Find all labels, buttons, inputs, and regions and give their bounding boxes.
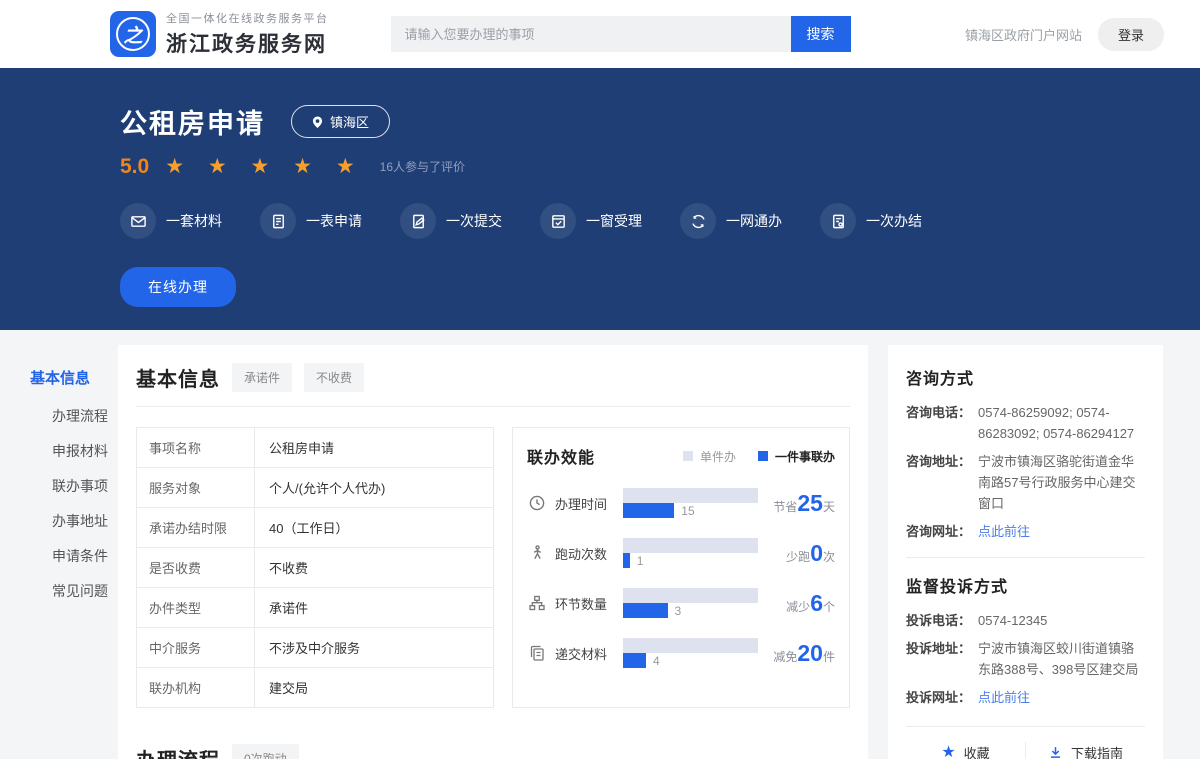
- sidebar-item-address[interactable]: 办事地址: [30, 512, 118, 530]
- rating-row: 5.0 ★ ★ ★ ★ ★ 16人参与了评价: [120, 154, 1200, 179]
- complaint-phone-value: 0574-12345: [978, 610, 1145, 631]
- chart-legend: 单件办 一件事联办: [683, 448, 835, 465]
- consult-title: 咨询方式: [906, 365, 1145, 389]
- feature-item: 一窗受理: [540, 203, 642, 239]
- sidebar-item-process[interactable]: 办理流程: [30, 407, 118, 425]
- rating-stars: ★ ★ ★ ★ ★: [165, 154, 363, 179]
- consult-phone-row: 咨询电话： 0574-86259092; 0574-86283092; 0574…: [906, 402, 1145, 444]
- feature-row: 一套材料 一表申请 一次提交 一窗受理 一网通办: [120, 203, 1200, 239]
- bar-joint: [623, 653, 646, 668]
- complaint-address-row: 投诉地址： 宁波市镇海区蛟川街道镇骆东路388号、398号区建交局: [906, 638, 1145, 680]
- platform-name: 全国一体化在线政务服务平台: [166, 10, 329, 26]
- login-button[interactable]: 登录: [1098, 18, 1164, 51]
- district-pill[interactable]: 镇海区: [291, 105, 390, 138]
- portal-link[interactable]: 镇海区政府门户网站: [965, 25, 1082, 44]
- saving-annotation: 减少6个: [786, 590, 835, 617]
- consult-phone-value: 0574-86259092; 0574-86283092; 0574-86294…: [978, 402, 1145, 444]
- info-table: 事项名称公租房申请 服务对象个人/(允许个人代办) 承诺办结时限40（工作日） …: [136, 427, 494, 708]
- complaint-phone-row: 投诉电话： 0574-12345: [906, 610, 1145, 631]
- district-label: 镇海区: [330, 112, 369, 131]
- efficiency-row: 跑动次数 1 少跑0次: [527, 538, 835, 568]
- search-input[interactable]: [391, 16, 791, 52]
- hero-banner: 公租房申请 镇海区 5.0 ★ ★ ★ ★ ★ 16人参与了评价 一套材料 一表…: [0, 68, 1200, 330]
- sidebar-item-joint-matters[interactable]: 联办事项: [30, 477, 118, 495]
- online-apply-button[interactable]: 在线办理: [120, 267, 236, 307]
- table-row: 联办机构建交局: [137, 668, 493, 708]
- bar-joint: [623, 603, 668, 618]
- consult-web-link[interactable]: 点此前往: [978, 524, 1030, 539]
- sidebar-item-materials[interactable]: 申报材料: [30, 442, 118, 460]
- process-title: 办理流程: [136, 744, 220, 759]
- saving-annotation: 节省25天: [773, 490, 835, 517]
- bar-single: [623, 638, 758, 653]
- legend-blue-swatch: [758, 451, 768, 461]
- saving-annotation: 减免20件: [773, 640, 835, 667]
- bar-joint: [623, 503, 674, 518]
- table-row: 中介服务不涉及中介服务: [137, 628, 493, 668]
- basic-info-title: 基本信息: [136, 363, 220, 392]
- feature-item: 一次提交: [400, 203, 502, 239]
- location-pin-icon: [312, 115, 323, 129]
- complaint-web-link[interactable]: 点此前往: [978, 690, 1030, 705]
- bar-single: [623, 488, 758, 503]
- efficiency-row: 递交材料 4 减免20件: [527, 638, 835, 668]
- search-button[interactable]: 搜索: [791, 16, 851, 52]
- bar-single: [623, 538, 758, 553]
- bar-joint: [623, 553, 630, 568]
- complaint-web-row: 投诉网址： 点此前往: [906, 687, 1145, 708]
- efficiency-panel: 联办效能 单件办 一件事联办 办理时间: [512, 427, 850, 708]
- favorite-button[interactable]: ★ 收藏: [906, 742, 1025, 759]
- service-title: 公租房申请: [120, 102, 265, 141]
- logo-mark-icon: 之: [110, 11, 156, 57]
- rating-score: 5.0: [120, 155, 149, 179]
- flowchart-icon: [527, 593, 547, 613]
- envelope-icon: [120, 203, 156, 239]
- site-logo[interactable]: 之 全国一体化在线政务服务平台 浙江政务服务网: [110, 10, 329, 58]
- download-icon: [1048, 745, 1063, 759]
- walking-icon: [527, 543, 547, 563]
- edit-doc-icon: [400, 203, 436, 239]
- contact-card: 咨询方式 咨询电话： 0574-86259092; 0574-86283092;…: [888, 345, 1163, 759]
- legend-gray-swatch: [683, 451, 693, 461]
- feature-item: 一套材料: [120, 203, 222, 239]
- download-guide-button[interactable]: 下载指南: [1025, 742, 1145, 759]
- consult-web-row: 咨询网址： 点此前往: [906, 521, 1145, 542]
- seal-doc-icon: [820, 203, 856, 239]
- sidebar-item-basic-info[interactable]: 基本信息: [30, 370, 118, 388]
- rating-count: 16人参与了评价: [380, 158, 465, 175]
- table-row: 承诺办结时限40（工作日）: [137, 508, 493, 548]
- network-icon: [680, 203, 716, 239]
- feature-item: 一次办结: [820, 203, 922, 239]
- clock-icon: [527, 493, 547, 513]
- bar-single: [623, 588, 758, 603]
- complaint-address-value: 宁波市镇海区蛟川街道镇骆东路388号、398号区建交局: [978, 638, 1145, 680]
- top-header: 之 全国一体化在线政务服务平台 浙江政务服务网 搜索 镇海区政府门户网站 登录: [0, 0, 1200, 68]
- window-check-icon: [540, 203, 576, 239]
- efficiency-title: 联办效能: [527, 444, 595, 468]
- search-bar: 搜索: [391, 16, 851, 52]
- table-row: 是否收费不收费: [137, 548, 493, 588]
- form-icon: [260, 203, 296, 239]
- sidebar-item-conditions[interactable]: 申请条件: [30, 547, 118, 565]
- feature-item: 一表申请: [260, 203, 362, 239]
- complaint-title: 监督投诉方式: [906, 573, 1145, 597]
- efficiency-row: 环节数量 3 减少6个: [527, 588, 835, 618]
- table-row: 服务对象个人/(允许个人代办): [137, 468, 493, 508]
- promise-badge: 承诺件: [232, 363, 292, 392]
- side-nav: 基本信息 办理流程 申报材料 联办事项 办事地址 申请条件 常见问题: [30, 345, 118, 617]
- saving-annotation: 少跑0次: [786, 540, 835, 567]
- copy-doc-icon: [527, 643, 547, 663]
- table-row: 办件类型承诺件: [137, 588, 493, 628]
- efficiency-row: 办理时间 15 节省25天: [527, 488, 835, 518]
- star-icon: ★: [941, 742, 955, 759]
- free-badge: 不收费: [304, 363, 364, 392]
- feature-item: 一网通办: [680, 203, 782, 239]
- table-row: 事项名称公租房申请: [137, 428, 493, 468]
- consult-address-value: 宁波市镇海区骆驼街道金华南路57号行政服务中心建交窗口: [978, 451, 1145, 514]
- site-name: 浙江政务服务网: [166, 28, 329, 58]
- zero-run-badge: 0次跑动: [232, 744, 299, 759]
- consult-address-row: 咨询地址： 宁波市镇海区骆驼街道金华南路57号行政服务中心建交窗口: [906, 451, 1145, 514]
- basic-info-card: 基本信息 承诺件 不收费 事项名称公租房申请 服务对象个人/(允许个人代办) 承…: [118, 345, 868, 759]
- sidebar-item-faq[interactable]: 常见问题: [30, 582, 118, 600]
